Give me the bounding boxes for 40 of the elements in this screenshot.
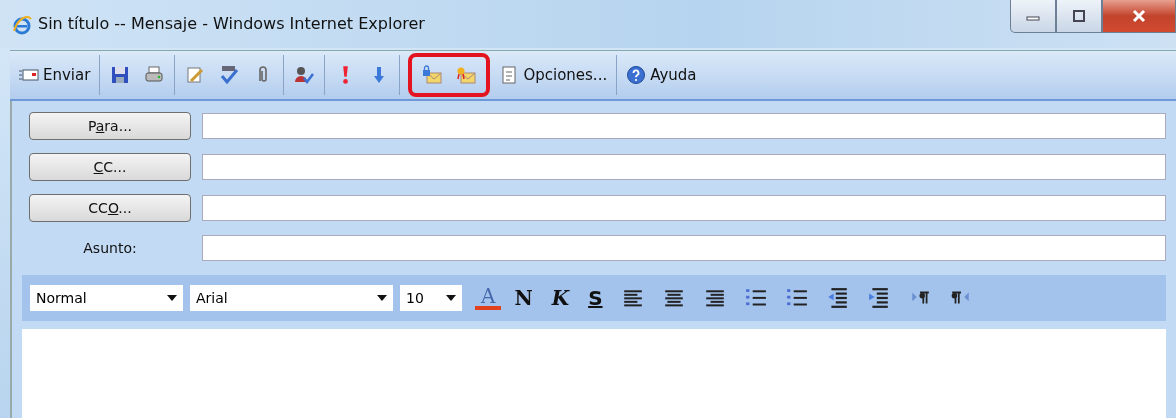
exclamation-icon <box>341 65 349 85</box>
field-label: Asunto: <box>82 240 138 256</box>
close-button[interactable] <box>1102 0 1176 33</box>
pencil-note-icon <box>185 65 206 85</box>
printer-icon <box>144 65 165 85</box>
spellcheck-icon <box>219 65 240 85</box>
paperclip-icon <box>258 65 269 85</box>
address-field[interactable] <box>202 113 1166 139</box>
browser-logo-icon <box>12 15 32 35</box>
bold-button[interactable]: N <box>508 286 539 310</box>
style-dropdown[interactable]: Normal <box>30 285 183 311</box>
address-field[interactable] <box>202 154 1166 180</box>
help-icon <box>626 65 647 85</box>
help-button[interactable]: Ayuda <box>621 63 702 87</box>
send-button[interactable]: Enviar <box>14 63 96 87</box>
minimize-button[interactable] <box>1010 0 1056 33</box>
align-left-icon[interactable] <box>621 287 644 309</box>
window-title: Sin título -- Mensaje - Windows Internet Explorer <box>38 14 425 33</box>
font-dropdown[interactable]: Arial <box>190 285 393 311</box>
underline-button[interactable]: S <box>582 286 609 310</box>
save-icon <box>110 65 131 85</box>
italic-button[interactable]: K <box>545 286 576 310</box>
address-button[interactable]: CC... <box>29 153 191 181</box>
subject-field[interactable] <box>202 235 1166 261</box>
maximize-icon <box>1071 9 1087 23</box>
maximize-button[interactable] <box>1056 0 1102 33</box>
address-button[interactable]: CCO... <box>29 194 191 222</box>
align-center-icon[interactable] <box>662 287 685 309</box>
seal-envelope-icon <box>456 65 477 85</box>
font-size-dropdown[interactable]: 10 <box>400 285 462 311</box>
person-check-icon <box>294 65 315 85</box>
address-field[interactable] <box>202 195 1166 221</box>
align-right-icon[interactable] <box>703 287 726 309</box>
indent-icon[interactable] <box>867 287 890 309</box>
lock-envelope-icon <box>422 65 443 85</box>
address-button[interactable]: Para... <box>29 112 191 140</box>
close-icon <box>1131 9 1147 23</box>
options-button[interactable]: Opciones... <box>494 63 613 87</box>
down-arrow-icon <box>373 65 386 85</box>
outdent-icon[interactable] <box>826 287 849 309</box>
